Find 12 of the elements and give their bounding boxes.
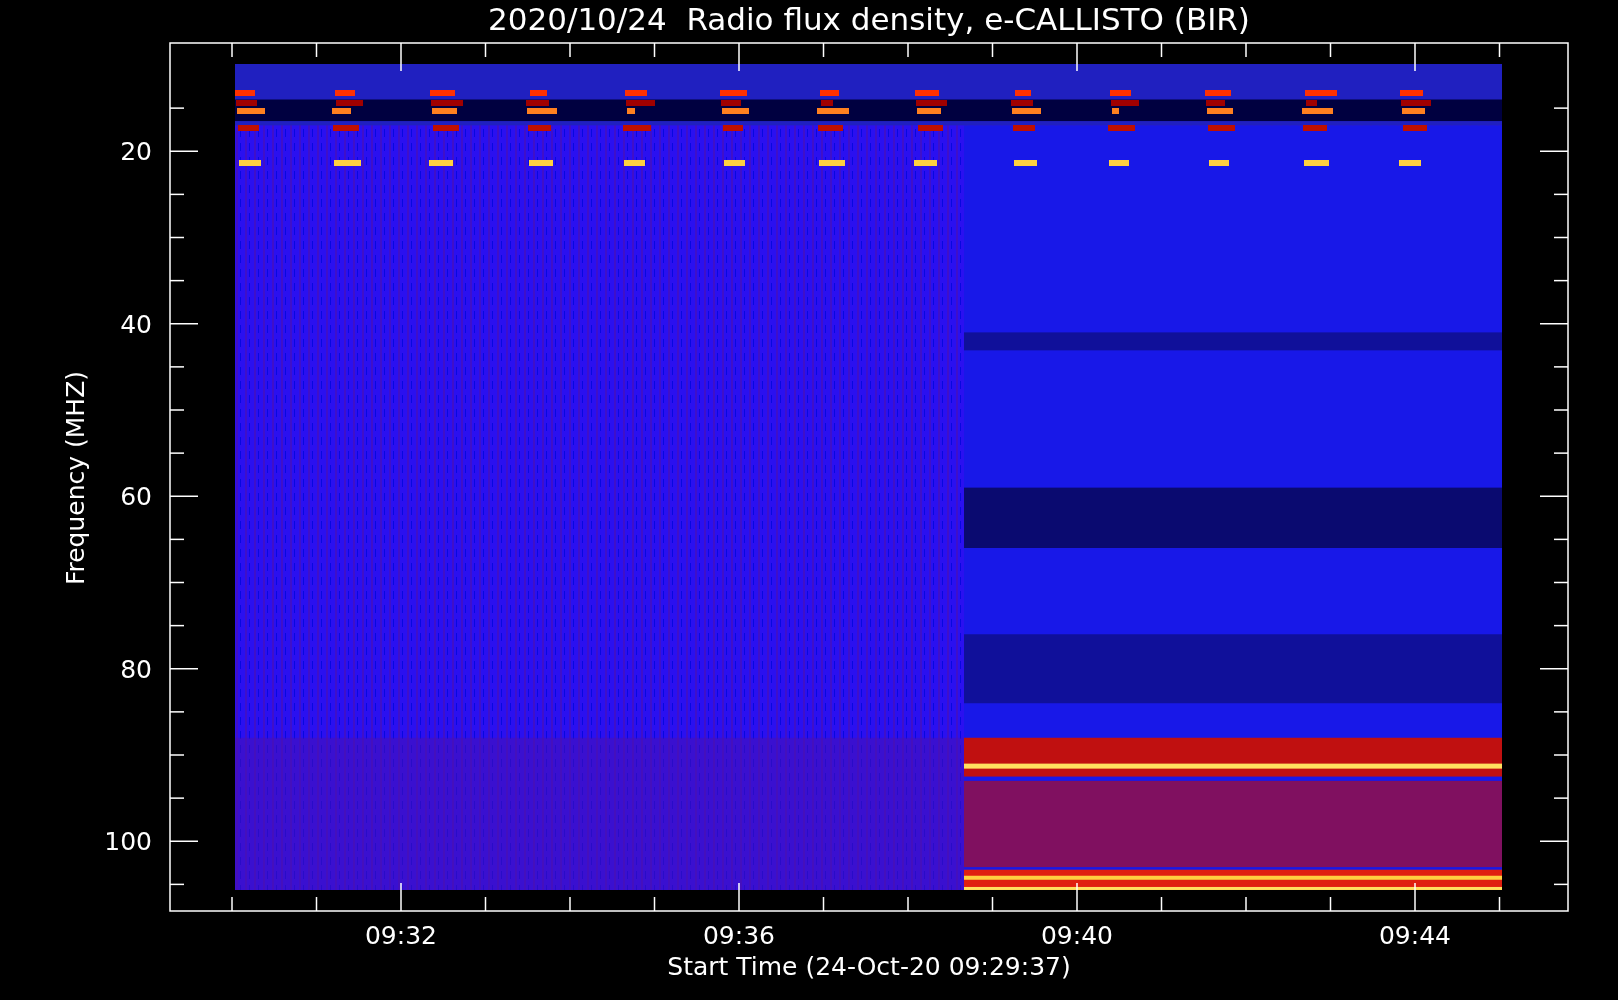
chart-title: 2020/10/24 Radio flux density, e-CALLISTO (BIR): [488, 1, 1250, 37]
x-tick-label: 09:40: [1041, 921, 1113, 950]
y-axis-label: Frequency (MHZ): [61, 370, 90, 586]
y-tick-label: 60: [120, 482, 152, 512]
x-tick-label: 09:36: [703, 921, 775, 950]
y-tick-label: 40: [120, 309, 152, 339]
x-axis-label: Start Time (24-Oct-20 09:29:37): [667, 952, 1071, 981]
y-tick-label: 20: [120, 137, 152, 167]
x-tick-label: 09:44: [1379, 921, 1451, 950]
y-tick-label: 80: [120, 654, 152, 684]
x-tick-label: 09:32: [365, 921, 437, 950]
y-tick-label: 100: [104, 827, 152, 857]
